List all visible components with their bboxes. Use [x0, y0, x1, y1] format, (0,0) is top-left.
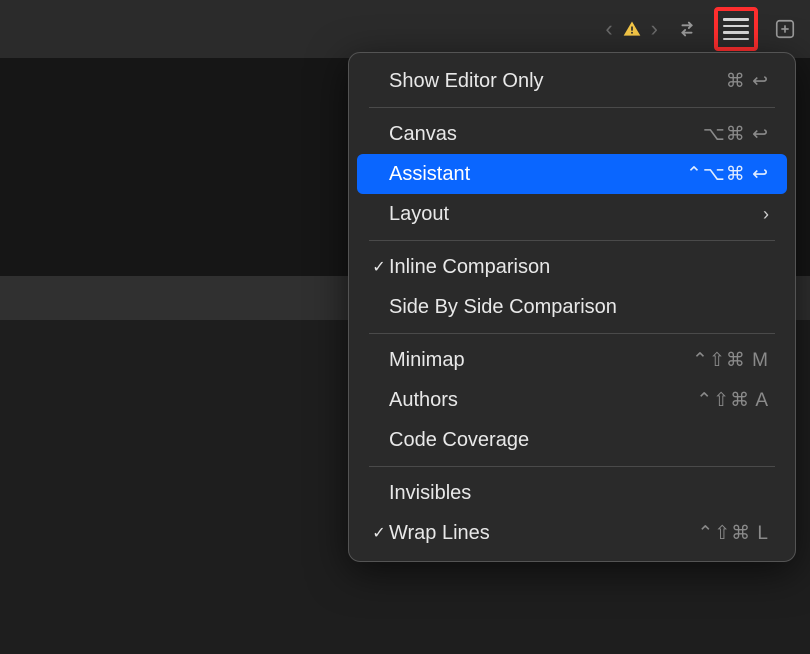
menu-item-shortcut: ⌃⇧⌘ M: [692, 349, 769, 372]
editor-options-menu: Show Editor Only⌘ ↩Canvas⌥⌘ ↩Assistant⌃⌥…: [348, 52, 796, 562]
nav-history: ‹ ›: [603, 14, 660, 44]
menu-item-code-coverage[interactable]: Code Coverage: [357, 420, 787, 460]
menu-item-invisibles[interactable]: Invisibles: [357, 473, 787, 513]
menu-item-label: Invisibles: [389, 482, 769, 505]
checkmark-icon: ✓: [369, 257, 389, 277]
add-editor-icon[interactable]: [770, 14, 800, 44]
editor-toolbar: ‹ ›: [0, 0, 810, 58]
menu-divider: [369, 333, 775, 334]
menu-item-label: Code Coverage: [389, 429, 769, 452]
menu-item-label: Show Editor Only: [389, 70, 726, 93]
chevron-right-icon: ›: [763, 204, 769, 225]
menu-item-shortcut: ⌃⇧⌘ L: [697, 522, 769, 545]
menu-divider: [369, 240, 775, 241]
warning-icon[interactable]: [617, 14, 647, 44]
menu-item-side-by-side-comparison[interactable]: Side By Side Comparison: [357, 287, 787, 327]
nav-back-icon[interactable]: ‹: [603, 16, 614, 42]
menu-item-label: Minimap: [389, 349, 692, 372]
menu-item-layout[interactable]: Layout›: [357, 194, 787, 234]
swap-icon[interactable]: [672, 14, 702, 44]
menu-item-label: Canvas: [389, 123, 703, 146]
menu-item-shortcut: ⌃⇧⌘ A: [696, 389, 769, 412]
menu-item-label: Inline Comparison: [389, 256, 769, 279]
menu-item-wrap-lines[interactable]: ✓Wrap Lines⌃⇧⌘ L: [357, 513, 787, 553]
menu-item-label: Assistant: [389, 163, 686, 186]
checkmark-icon: ✓: [369, 523, 389, 543]
menu-item-authors[interactable]: Authors⌃⇧⌘ A: [357, 380, 787, 420]
menu-item-show-editor-only[interactable]: Show Editor Only⌘ ↩: [357, 61, 787, 101]
menu-item-label: Authors: [389, 389, 696, 412]
menu-item-label: Wrap Lines: [389, 522, 697, 545]
menu-divider: [369, 107, 775, 108]
menu-item-minimap[interactable]: Minimap⌃⇧⌘ M: [357, 340, 787, 380]
menu-item-inline-comparison[interactable]: ✓Inline Comparison: [357, 247, 787, 287]
nav-forward-icon[interactable]: ›: [649, 16, 660, 42]
adjust-editor-options-button[interactable]: [714, 7, 758, 51]
menu-item-label: Layout: [389, 203, 763, 226]
menu-divider: [369, 466, 775, 467]
menu-item-shortcut: ⌥⌘ ↩: [703, 123, 769, 146]
menu-item-canvas[interactable]: Canvas⌥⌘ ↩: [357, 114, 787, 154]
menu-item-label: Side By Side Comparison: [389, 296, 769, 319]
lines-icon: [723, 18, 749, 40]
menu-item-shortcut: ⌘ ↩: [726, 70, 769, 93]
menu-item-shortcut: ⌃⌥⌘ ↩: [686, 163, 769, 186]
menu-item-assistant[interactable]: Assistant⌃⌥⌘ ↩: [357, 154, 787, 194]
